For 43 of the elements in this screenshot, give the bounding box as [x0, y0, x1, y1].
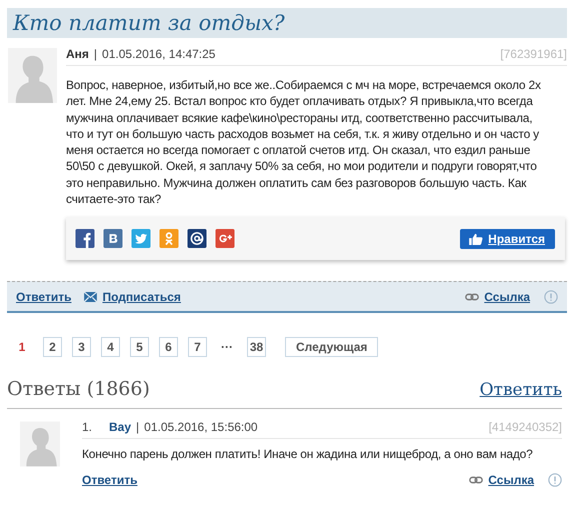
at-sign-icon[interactable] [186, 229, 208, 248]
answer-number: 1. [82, 420, 92, 434]
post-date: 01.05.2016, 14:47:25 [102, 47, 216, 61]
exclamation-icon[interactable] [548, 472, 562, 487]
page-link[interactable]: 6 [159, 337, 178, 358]
reply-link[interactable]: Ответить [16, 290, 72, 304]
separator: | [94, 47, 98, 61]
post-id: [762391961] [500, 47, 567, 61]
page-link[interactable]: 4 [101, 337, 120, 358]
answers-heading: Ответы (1866) [7, 378, 150, 400]
author-name: Аня [66, 47, 89, 61]
page-link[interactable]: 3 [72, 337, 91, 358]
author-link[interactable]: Bay [109, 420, 132, 434]
ok-icon[interactable] [158, 229, 180, 248]
page-link[interactable]: 38 [247, 337, 266, 358]
permalink-link[interactable]: Ссылка [488, 472, 534, 487]
reply-link[interactable]: Ответить [82, 472, 138, 487]
question-text: Вопрос, наверное, избитый,но все же..Собираемся с мч на море, встречаемся около 2х лет. Мне 24,ему 25. Встал вопрос кто будет оплачивать отдых? Я привыкла,что всегда мужчина оплачивает всякие кафе\кино\рестораны итд, соответственно рассчитывала, что и тут он большую часть расходов возьмет на себя, т.к. я живу отдельно и он часто у меня остается но всегда помогает с оплатой счетов итд. Он сказал, что ездил раньше 50\50 с девушкой. Окей, я заплачу 50% за себя, но мои родители и подруги говорят,что это неправильно. Мужчина должен оплатить сам без разговоров большую часть. Как считаете-это так? [66, 77, 542, 208]
like-button[interactable]: Нравится [460, 228, 555, 249]
vk-icon[interactable] [102, 229, 124, 248]
thumbs-up-icon [469, 232, 484, 245]
next-page-button[interactable]: Следующая [285, 337, 378, 358]
google-plus-icon[interactable] [214, 229, 236, 248]
post-date: 01.05.2016, 15:56:00 [144, 420, 258, 434]
page-link[interactable]: 7 [188, 337, 207, 358]
avatar-icon [20, 421, 60, 468]
question-title: Кто платит за отдых? [7, 8, 567, 38]
permalink-link[interactable]: Ссылка [484, 290, 530, 304]
separator: | [136, 420, 140, 434]
facebook-icon[interactable] [74, 229, 96, 248]
page-link[interactable]: 1 [17, 337, 27, 358]
bird-icon[interactable] [130, 229, 152, 248]
reply-link[interactable]: Ответить [480, 380, 562, 400]
subscribe-link[interactable]: Подписаться [102, 290, 181, 304]
avatar-icon [8, 48, 57, 103]
answer-text: Конечно парень должен платить! Иначе он жадина или нищеброд, а оно вам надо? [82, 446, 534, 463]
page-ellipsis: ··· [221, 340, 233, 354]
page-link[interactable]: 2 [43, 337, 62, 358]
chain-link-icon [465, 292, 480, 301]
envelope-icon [84, 292, 98, 302]
chain-link-icon [469, 476, 484, 484]
post-id: [4149240352] [488, 420, 562, 434]
page-link[interactable]: 5 [130, 337, 149, 358]
